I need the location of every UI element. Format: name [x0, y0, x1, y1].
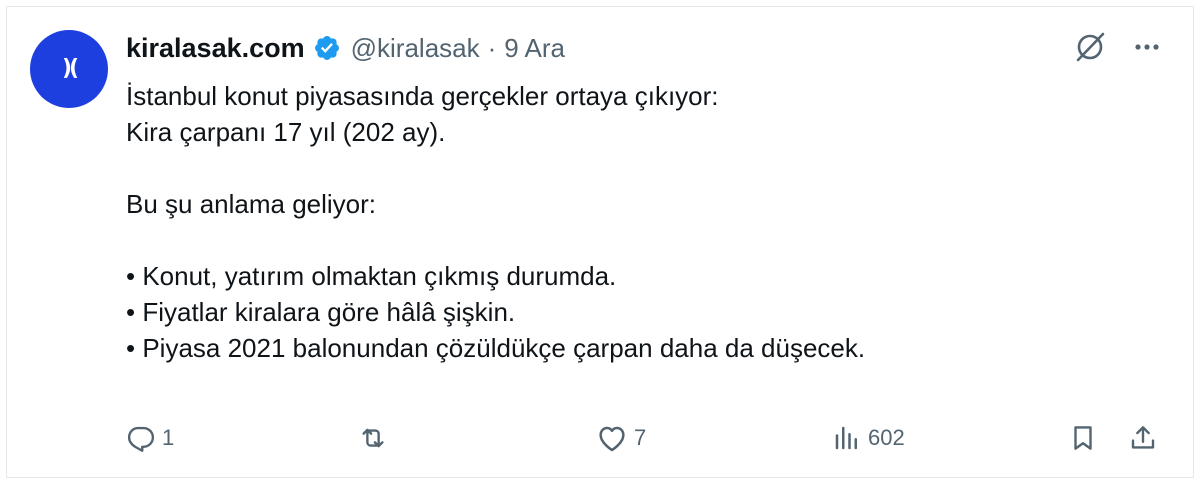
tweet-line-empty — [126, 150, 1146, 186]
tweet-top-actions — [1074, 30, 1162, 69]
bookmark-button[interactable] — [1068, 418, 1098, 458]
like-button[interactable]: 7 — [596, 418, 646, 458]
share-button[interactable] — [1128, 418, 1158, 458]
tweet-line: Bu şu anlama geliyor: — [126, 189, 377, 219]
tweet-bullet: • Piyasa 2021 balonundan çözüldükçe çarp… — [126, 333, 866, 363]
tweet-line: İstanbul konut piyasasında gerçekler ort… — [126, 81, 719, 111]
separator-dot: · — [487, 32, 497, 63]
tweet-line: Kira çarpanı 17 yıl (202 ay). — [126, 117, 446, 147]
views-icon — [832, 423, 862, 453]
share-icon — [1128, 423, 1158, 453]
views-button[interactable]: 602 — [832, 418, 905, 458]
tweet-text: İstanbul konut piyasasında gerçekler ort… — [126, 78, 1146, 366]
tweet-line-empty — [126, 222, 1146, 258]
retweet-icon — [358, 423, 388, 453]
like-count: 7 — [634, 425, 647, 450]
retweet-button[interactable] — [358, 418, 394, 458]
avatar-logo: )( — [61, 56, 79, 81]
avatar[interactable]: )( — [30, 30, 108, 108]
tweet-bullet: • Fiyatlar kiralara göre hâlâ şişkin. — [126, 297, 516, 327]
verified-badge-icon[interactable] — [313, 34, 341, 62]
grok-icon[interactable] — [1074, 30, 1108, 69]
user-handle[interactable]: @kiralasak — [351, 33, 480, 64]
reply-button[interactable]: 1 — [126, 418, 174, 458]
reply-icon — [126, 423, 156, 453]
tweet-bullet: • Konut, yatırım olmaktan çıkmış durumda… — [126, 261, 617, 291]
more-icon[interactable] — [1132, 32, 1162, 67]
display-name[interactable]: kiralasak.com — [126, 33, 305, 64]
tweet-header: kiralasak.com @kiralasak · 9 Ara — [126, 30, 565, 66]
views-count: 602 — [868, 425, 905, 450]
bookmark-icon — [1068, 423, 1098, 453]
reply-count: 1 — [162, 425, 175, 450]
tweet-actions: 1 7 602 — [126, 418, 1166, 458]
heart-icon — [596, 423, 628, 453]
tweet-date[interactable]: 9 Ara — [504, 33, 565, 64]
